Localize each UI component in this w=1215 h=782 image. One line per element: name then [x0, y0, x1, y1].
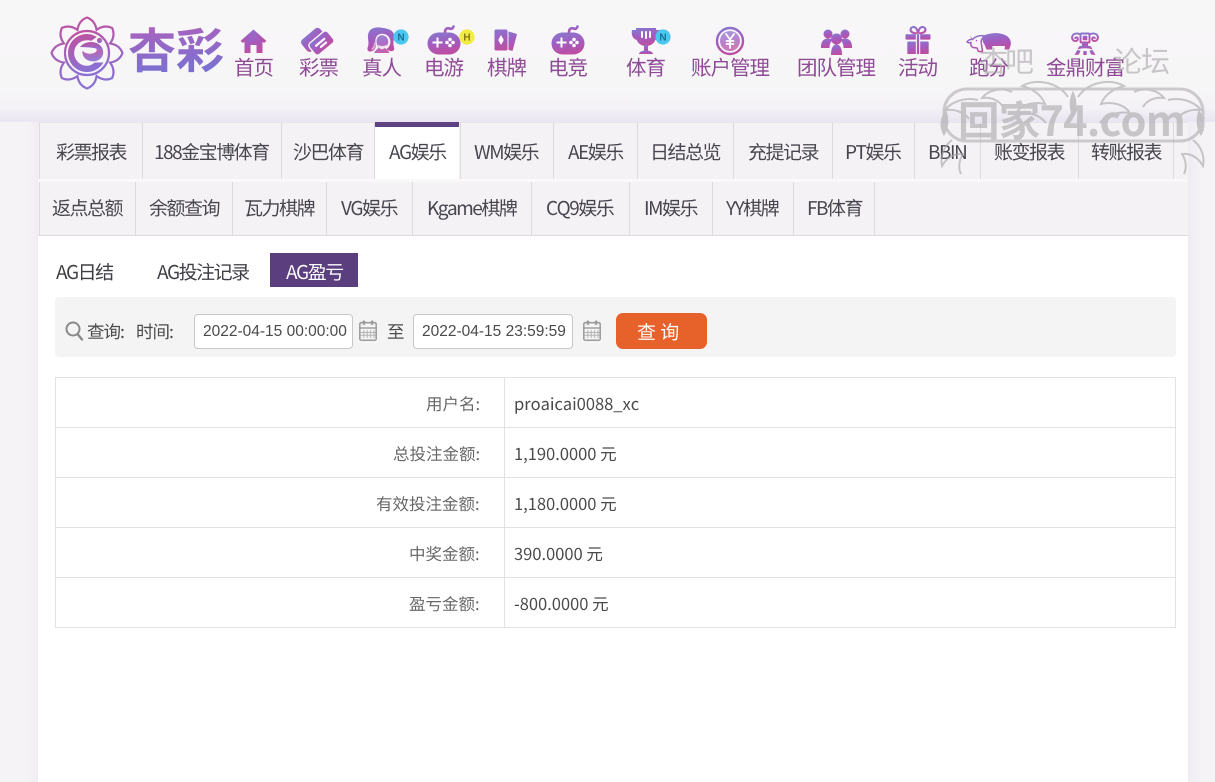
svg-text:N: N: [659, 33, 666, 44]
svg-text:H: H: [463, 33, 470, 44]
svg-text:N: N: [397, 33, 404, 44]
